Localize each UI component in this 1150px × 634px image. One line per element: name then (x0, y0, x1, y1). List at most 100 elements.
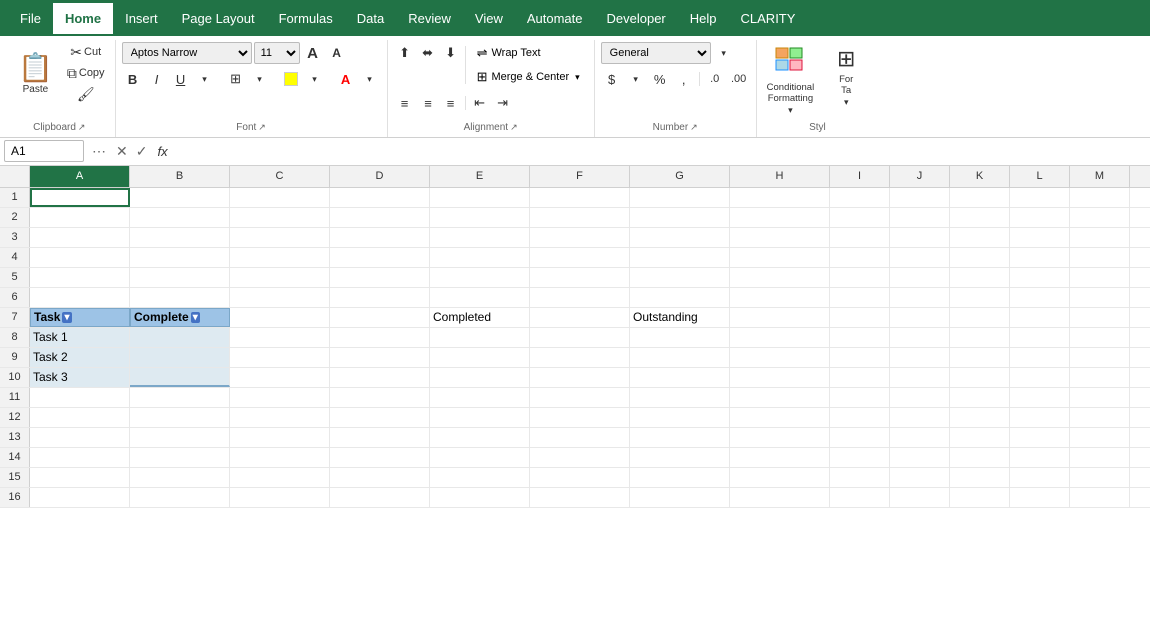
cell-i7[interactable] (830, 308, 890, 327)
cell-l1[interactable] (1010, 188, 1070, 207)
cell-a14[interactable] (30, 448, 130, 467)
col-header-a[interactable]: A (30, 166, 130, 187)
cell-c9[interactable] (230, 348, 330, 367)
cell-g12[interactable] (630, 408, 730, 427)
cell-c7[interactable] (230, 308, 330, 327)
cell-g1[interactable] (630, 188, 730, 207)
cell-f7[interactable] (530, 308, 630, 327)
col-header-e[interactable]: E (430, 166, 530, 187)
cell-c5[interactable] (230, 268, 330, 287)
cell-k12[interactable] (950, 408, 1010, 427)
cell-f16[interactable] (530, 488, 630, 507)
cell-b11[interactable] (130, 388, 230, 407)
cell-l11[interactable] (1010, 388, 1070, 407)
cell-m2[interactable] (1070, 208, 1130, 227)
font-size-select[interactable]: 11 (254, 42, 300, 64)
cell-f14[interactable] (530, 448, 630, 467)
tab-automate[interactable]: Automate (515, 3, 595, 34)
cell-d1[interactable] (330, 188, 430, 207)
cell-c13[interactable] (230, 428, 330, 447)
row-num-6[interactable]: 6 (0, 288, 30, 307)
cell-i4[interactable] (830, 248, 890, 267)
cell-m11[interactable] (1070, 388, 1130, 407)
cell-g4[interactable] (630, 248, 730, 267)
cell-g11[interactable] (630, 388, 730, 407)
col-header-l[interactable]: L (1010, 166, 1070, 187)
cell-d11[interactable] (330, 388, 430, 407)
cell-h2[interactable] (730, 208, 830, 227)
number-format-select[interactable]: General (601, 42, 711, 64)
cell-l15[interactable] (1010, 468, 1070, 487)
cell-b12[interactable] (130, 408, 230, 427)
cell-k4[interactable] (950, 248, 1010, 267)
cell-e15[interactable] (430, 468, 530, 487)
cell-e6[interactable] (430, 288, 530, 307)
cell-k1[interactable] (950, 188, 1010, 207)
cell-b3[interactable] (130, 228, 230, 247)
col-header-f[interactable]: F (530, 166, 630, 187)
cell-a7-table-header[interactable]: Task ▾ (30, 308, 130, 327)
cell-i9[interactable] (830, 348, 890, 367)
paste-button[interactable]: 📋 Paste (10, 42, 61, 104)
cell-h9[interactable] (730, 348, 830, 367)
cell-b6[interactable] (130, 288, 230, 307)
cell-c10[interactable] (230, 368, 330, 387)
cell-h5[interactable] (730, 268, 830, 287)
cell-g5[interactable] (630, 268, 730, 287)
cell-e9[interactable] (430, 348, 530, 367)
cell-l4[interactable] (1010, 248, 1070, 267)
font-dialog-icon[interactable]: ↗ (258, 122, 266, 133)
cell-k11[interactable] (950, 388, 1010, 407)
row-num-14[interactable]: 14 (0, 448, 30, 467)
cell-m1[interactable] (1070, 188, 1130, 207)
font-color-dropdown[interactable]: ▾ (359, 68, 381, 90)
formula-input[interactable] (176, 140, 1146, 162)
format-painter-button[interactable]: 🖌 (63, 84, 109, 104)
cell-e1[interactable] (430, 188, 530, 207)
tab-page-layout[interactable]: Page Layout (170, 3, 267, 34)
cell-f1[interactable] (530, 188, 630, 207)
cell-m15[interactable] (1070, 468, 1130, 487)
row-num-2[interactable]: 2 (0, 208, 30, 227)
cell-i11[interactable] (830, 388, 890, 407)
borders-dropdown[interactable]: ▾ (249, 68, 271, 90)
cell-b7-table-header[interactable]: Complete ▾ (130, 308, 230, 327)
cell-g13[interactable] (630, 428, 730, 447)
cell-k6[interactable] (950, 288, 1010, 307)
row-num-12[interactable]: 12 (0, 408, 30, 427)
cell-b2[interactable] (130, 208, 230, 227)
cell-g15[interactable] (630, 468, 730, 487)
col-header-i[interactable]: I (830, 166, 890, 187)
cell-l10[interactable] (1010, 368, 1070, 387)
cell-b10[interactable] (130, 368, 230, 387)
cell-e4[interactable] (430, 248, 530, 267)
format-table-dropdown[interactable]: ▾ (844, 97, 849, 108)
cell-c3[interactable] (230, 228, 330, 247)
cell-k8[interactable] (950, 328, 1010, 347)
cell-h8[interactable] (730, 328, 830, 347)
decrease-decimal-button[interactable]: .00 (728, 68, 750, 90)
tab-review[interactable]: Review (396, 3, 463, 34)
cell-d16[interactable] (330, 488, 430, 507)
row-num-16[interactable]: 16 (0, 488, 30, 507)
cell-k2[interactable] (950, 208, 1010, 227)
accounting-button[interactable]: $ (601, 68, 623, 90)
cell-f11[interactable] (530, 388, 630, 407)
cell-d2[interactable] (330, 208, 430, 227)
align-left-button[interactable]: ≡ (394, 92, 416, 114)
cell-m3[interactable] (1070, 228, 1130, 247)
cell-j16[interactable] (890, 488, 950, 507)
tab-file[interactable]: File (8, 3, 53, 34)
cell-c8[interactable] (230, 328, 330, 347)
cell-i5[interactable] (830, 268, 890, 287)
cell-k5[interactable] (950, 268, 1010, 287)
cell-l9[interactable] (1010, 348, 1070, 367)
cell-g16[interactable] (630, 488, 730, 507)
cell-f6[interactable] (530, 288, 630, 307)
borders-button[interactable]: ⊞ (225, 68, 247, 90)
cell-e11[interactable] (430, 388, 530, 407)
cell-k14[interactable] (950, 448, 1010, 467)
cell-a5[interactable] (30, 268, 130, 287)
cell-a1[interactable] (30, 188, 130, 207)
cell-b9[interactable] (130, 348, 230, 367)
